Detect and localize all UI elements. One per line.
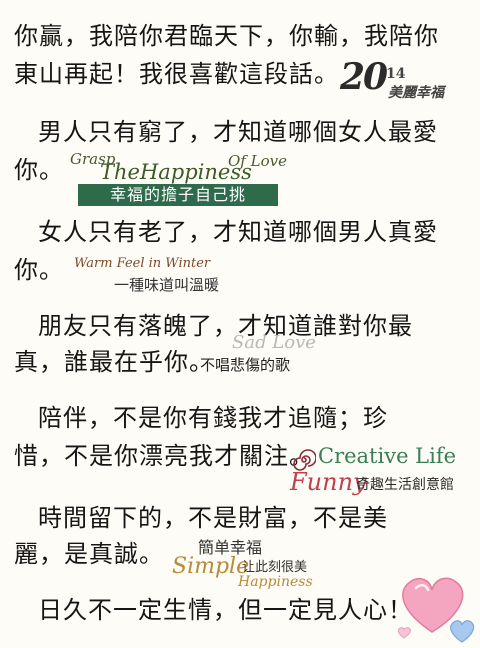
sad-love-decoration: Sad Love 不唱悲傷的歌 — [200, 332, 320, 380]
warm-chinese: 一種味道叫溫暖 — [114, 276, 220, 294]
quote-line: 你贏，我陪你君臨天下，你輸，我陪你 — [14, 22, 439, 50]
quote-line: 麗，是真誠。 — [14, 540, 164, 568]
logo-year-small: 14 — [386, 66, 406, 82]
creative-english: Creative Life — [318, 444, 457, 468]
hearts-decoration — [397, 577, 475, 643]
quote-line: 你。 — [14, 156, 64, 184]
creative-life-decoration: Creative Life Funny 奇趣生活創意館 — [290, 444, 470, 508]
of-love-word: Of Love — [228, 152, 287, 170]
quote-line: 惜，不是你漂亮我才關注。 — [14, 442, 314, 470]
warm-feel-decoration: Warm Feel in Winter 一種味道叫溫暖 — [70, 256, 240, 296]
warm-english: Warm Feel in Winter — [74, 256, 211, 271]
logo-subtitle: 美麗幸福 — [388, 85, 444, 101]
sad-chinese: 不唱悲傷的歌 — [200, 356, 291, 374]
logo-year: 20 — [340, 56, 388, 98]
simple-chinese-2: 让此刻很美 — [242, 560, 308, 575]
grasp-banner: 幸福的擔子自己挑 — [78, 184, 278, 206]
creative-chinese: 奇趣生活創意館 — [356, 477, 454, 493]
quote-line: 男人只有窮了，才知道哪個女人最愛 — [38, 118, 438, 146]
quote-page: 你贏，我陪你君臨天下，你輸，我陪你 東山再起！我很喜歡這段話。 男人只有窮了，才… — [0, 0, 480, 648]
quote-line: 真，誰最在乎你。 — [14, 348, 214, 376]
heart-icon — [450, 620, 475, 643]
heart-icon — [397, 627, 411, 639]
logo-2014: 20 14 美麗幸福 — [340, 56, 470, 106]
simple-english-2: Happiness — [238, 574, 313, 590]
grasp-happiness-decoration: Grasp TheHappiness Of Love 幸福的擔子自己挑 — [70, 150, 290, 212]
quote-line: 你。 — [14, 256, 64, 284]
quote-line: 時間留下的，不是財富，不是美 — [38, 504, 388, 532]
quote-line: 陪伴，不是你有錢我才追隨；珍 — [38, 404, 388, 432]
quote-line: 東山再起！我很喜歡這段話。 — [14, 60, 339, 88]
quote-line: 日久不一定生情，但一定見人心！ — [38, 596, 413, 624]
quote-line: 女人只有老了，才知道哪個男人真愛 — [38, 218, 438, 246]
sad-english: Sad Love — [232, 332, 316, 353]
simple-happiness-decoration: 簡单幸福 Simple 让此刻很美 Happiness — [172, 534, 342, 598]
